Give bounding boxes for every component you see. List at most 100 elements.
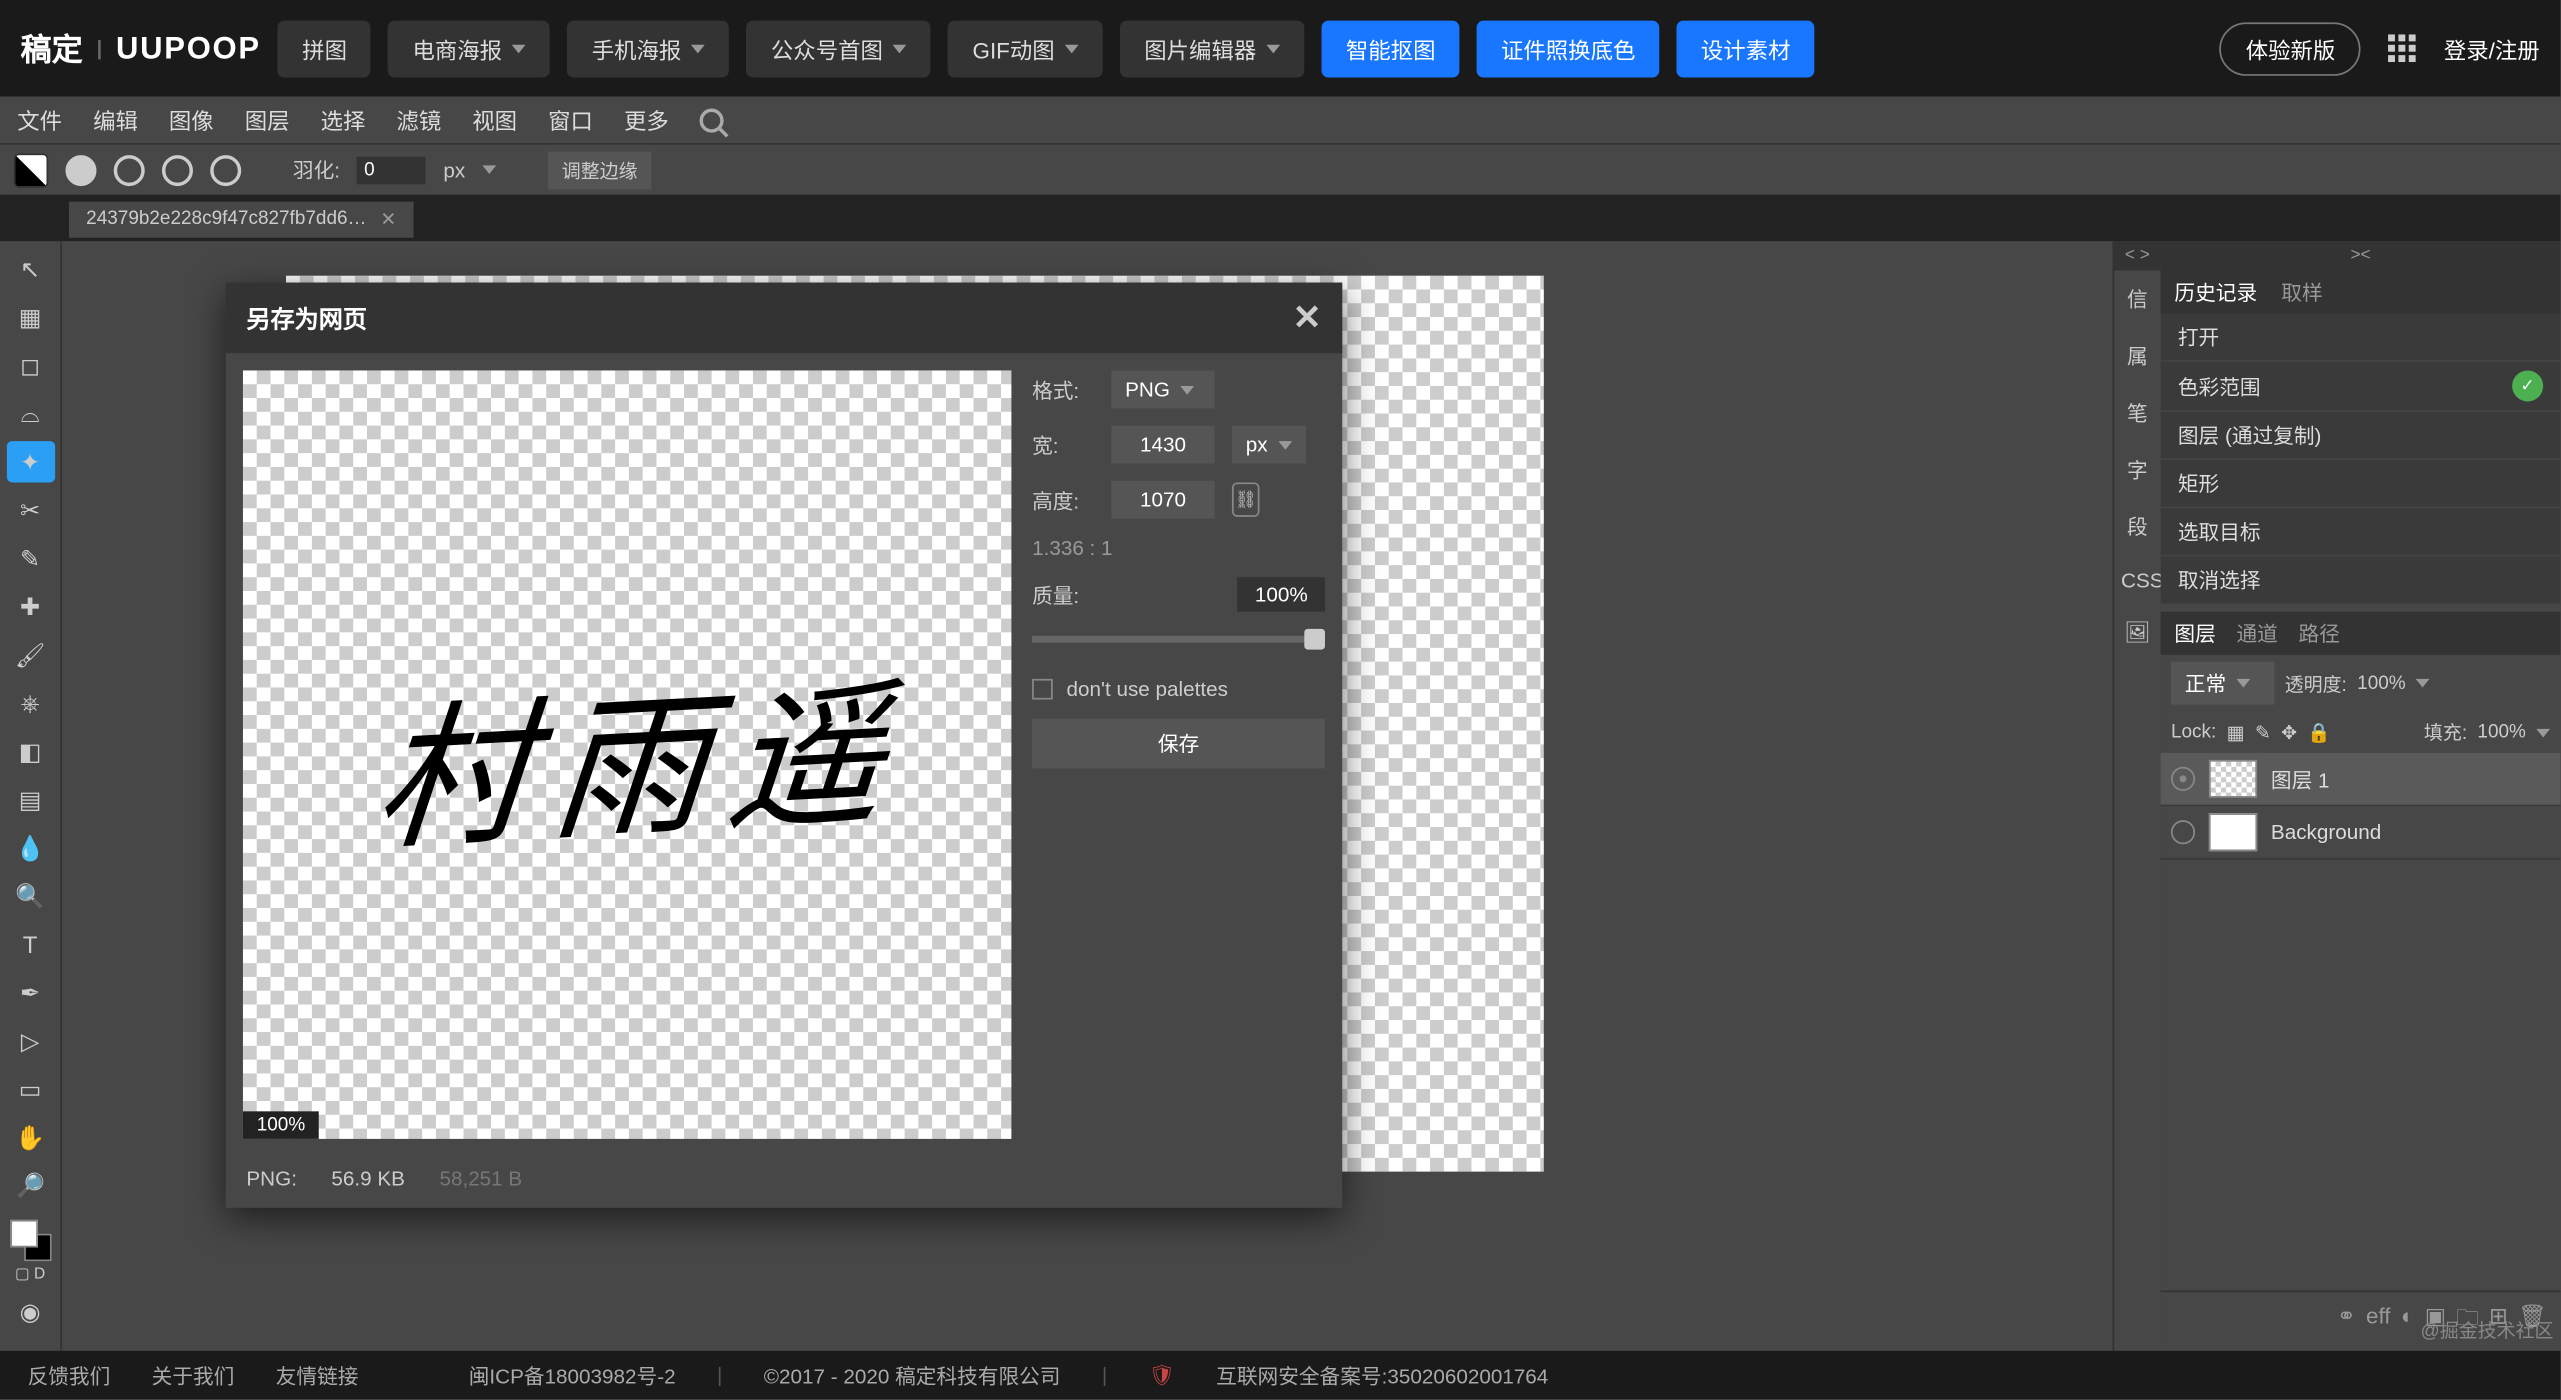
lock-transparent-icon[interactable]: ▦ <box>2227 721 2245 743</box>
tab-channels[interactable]: 通道 <box>2236 619 2277 648</box>
menu-select[interactable]: 选择 <box>321 103 366 136</box>
rtab-info[interactable]: 信 <box>2114 271 2161 328</box>
search-icon[interactable] <box>700 108 724 132</box>
close-icon[interactable]: ✕ <box>1293 296 1322 339</box>
menu-edit[interactable]: 编辑 <box>93 103 138 136</box>
menu-layer[interactable]: 图层 <box>245 103 290 136</box>
opacity-value[interactable]: 100% <box>2357 673 2405 694</box>
move-tool[interactable]: ↖ <box>6 248 54 289</box>
quality-value[interactable]: 100% <box>1238 577 1325 611</box>
preview-canvas[interactable]: 村 雨 遥 100% <box>243 370 1011 1138</box>
eyedropper-tool[interactable]: ✎ <box>6 538 54 579</box>
stamp-tool[interactable]: ⎈ <box>6 682 54 723</box>
login-link[interactable]: 登录/注册 <box>2444 32 2540 65</box>
blend-mode-select[interactable]: 正常 <box>2171 662 2274 705</box>
rtab-image-icon[interactable]: 🖼 <box>2114 606 2161 658</box>
footer-icp[interactable]: 闽ICP备18003982号-2 <box>469 1360 676 1389</box>
nav-cutout[interactable]: 智能抠图 <box>1322 20 1460 77</box>
nav-idphoto[interactable]: 证件照换底色 <box>1477 20 1660 77</box>
blur-tool[interactable]: 💧 <box>6 827 54 868</box>
rtab-character[interactable]: 字 <box>2114 441 2161 498</box>
quality-slider[interactable] <box>1032 636 1325 643</box>
hand-tool[interactable]: ✋ <box>6 1117 54 1158</box>
format-select[interactable]: PNG <box>1111 370 1214 408</box>
eraser-tool[interactable]: ◧ <box>6 731 54 772</box>
refine-edge-button[interactable]: 调整边缘 <box>548 151 651 189</box>
menu-file[interactable]: 文件 <box>17 103 62 136</box>
quick-select-tool[interactable]: ✦ <box>6 441 54 482</box>
close-tab-icon[interactable]: ✕ <box>380 208 396 230</box>
nav-poster-ecom[interactable]: 电商海报 <box>388 20 550 77</box>
layer-row[interactable]: 图层 1 <box>2161 753 2561 806</box>
tab-layers[interactable]: 图层 <box>2174 619 2215 648</box>
tab-history[interactable]: 历史记录 <box>2174 277 2257 306</box>
footer-police[interactable]: 互联网安全备案号:35020602001764 <box>1216 1360 1548 1389</box>
tool-preset-icon[interactable] <box>14 152 48 186</box>
selection-new-icon[interactable] <box>65 154 96 185</box>
path-select-tool[interactable]: ▷ <box>6 1020 54 1061</box>
collapse-panels-icon[interactable]: >< <box>2161 241 2561 270</box>
document-tab[interactable]: 24379b2e228c9f47c827fb7dd6a12 ✕ <box>69 201 414 237</box>
gradient-tool[interactable]: ▤ <box>6 779 54 820</box>
fill-value[interactable]: 100% <box>2477 722 2525 743</box>
layer-name[interactable]: 图层 1 <box>2271 764 2330 793</box>
footer-about[interactable]: 关于我们 <box>152 1360 235 1389</box>
link-layers-icon[interactable]: ⚭ <box>2337 1303 2356 1341</box>
visibility-icon[interactable] <box>2171 820 2195 844</box>
nav-poster-mobile[interactable]: 手机海报 <box>568 20 730 77</box>
history-item[interactable]: 取消选择 <box>2161 557 2561 605</box>
lock-all-icon[interactable]: 🔒 <box>2307 721 2331 743</box>
height-input[interactable] <box>1111 481 1214 519</box>
visibility-icon[interactable] <box>2171 767 2195 791</box>
width-input[interactable] <box>1111 426 1214 464</box>
link-dimensions-icon[interactable]: ⛓ <box>1232 482 1260 516</box>
apps-grid-icon[interactable] <box>2389 34 2417 62</box>
menu-window[interactable]: 窗口 <box>548 103 593 136</box>
selection-intersect-icon[interactable] <box>210 154 241 185</box>
caret-icon[interactable] <box>2536 728 2550 737</box>
new-version-button[interactable]: 体验新版 <box>2220 22 2361 75</box>
unit-select[interactable]: px <box>1232 426 1306 464</box>
history-item[interactable]: 打开 <box>2161 314 2561 362</box>
selection-sub-icon[interactable] <box>162 154 193 185</box>
rtab-css[interactable]: CSS <box>2114 555 2161 607</box>
menu-view[interactable]: 视图 <box>472 103 517 136</box>
brush-tool[interactable]: 🖌 <box>6 634 54 675</box>
menu-filter[interactable]: 滤镜 <box>396 103 441 136</box>
collapse-icon[interactable]: < > <box>2114 241 2161 270</box>
layer-name[interactable]: Background <box>2271 820 2381 844</box>
tab-paths[interactable]: 路径 <box>2299 619 2340 648</box>
color-swatch[interactable]: ▢ D <box>9 1220 50 1284</box>
selection-add-icon[interactable] <box>114 154 145 185</box>
shape-tool[interactable]: ▭ <box>6 1068 54 1109</box>
quickmask-tool[interactable]: ◉ <box>6 1291 54 1332</box>
caret-icon[interactable] <box>482 165 496 174</box>
nav-wechat[interactable]: 公众号首图 <box>747 20 931 77</box>
history-item[interactable]: 色彩范围✓ <box>2161 362 2561 412</box>
nav-gif[interactable]: GIF动图 <box>948 20 1103 77</box>
lock-position-icon[interactable]: ✥ <box>2281 721 2297 743</box>
menu-image[interactable]: 图像 <box>169 103 214 136</box>
heal-tool[interactable]: ✚ <box>6 586 54 627</box>
crop-tool[interactable]: ✂ <box>6 489 54 530</box>
save-button[interactable]: 保存 <box>1032 718 1325 768</box>
footer-feedback[interactable]: 反馈我们 <box>28 1360 111 1389</box>
adjustment-icon[interactable]: ◐ <box>2401 1303 2415 1341</box>
dialog-titlebar[interactable]: 另存为网页 ✕ <box>226 283 1343 354</box>
history-item[interactable]: 图层 (通过复制) <box>2161 412 2561 460</box>
feather-input[interactable] <box>357 156 426 184</box>
footer-links[interactable]: 友情链接 <box>276 1360 359 1389</box>
rtab-brush[interactable]: 笔 <box>2114 384 2161 441</box>
zoom-tool[interactable]: 🔎 <box>6 1165 54 1206</box>
tab-sample[interactable]: 取样 <box>2281 277 2322 306</box>
nav-assets[interactable]: 设计素材 <box>1677 20 1815 77</box>
rtab-paragraph[interactable]: 段 <box>2114 498 2161 555</box>
layer-row[interactable]: Background <box>2161 806 2561 859</box>
menu-more[interactable]: 更多 <box>624 103 669 136</box>
nav-pintu[interactable]: 拼图 <box>278 20 371 77</box>
lock-paint-icon[interactable]: ✎ <box>2255 721 2271 743</box>
artboard-tool[interactable]: ▦ <box>6 296 54 337</box>
history-item[interactable]: 矩形 <box>2161 460 2561 508</box>
nav-editor[interactable]: 图片编辑器 <box>1120 20 1304 77</box>
pen-tool[interactable]: ✒ <box>6 972 54 1013</box>
